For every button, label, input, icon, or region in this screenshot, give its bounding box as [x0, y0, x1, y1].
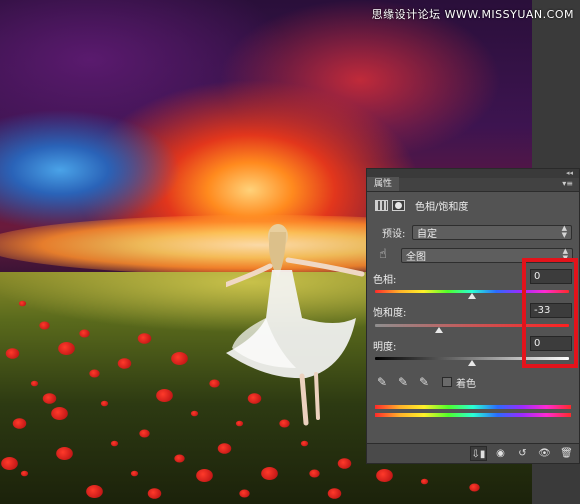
channel-row: ☝ 全图 ▲ ▼: [367, 246, 580, 264]
output-color-bar: [375, 413, 571, 417]
poppy-flower: [100, 400, 109, 407]
poppy-flower: [130, 470, 139, 477]
saturation-value-field[interactable]: -33: [530, 303, 572, 318]
adjustment-title: 色相/饱和度: [415, 201, 469, 213]
clip-to-layer-icon[interactable]: ⇩▮: [470, 446, 487, 461]
panel-tab-bar: 属性 ▾≡: [367, 177, 579, 192]
poppy-flower: [110, 440, 119, 447]
poppy-flower: [30, 380, 39, 387]
tab-properties[interactable]: 属性: [367, 177, 400, 191]
dropdown-arrow-icon: ▲ ▼: [561, 224, 567, 239]
poppy-flower: [86, 485, 103, 498]
poppy-flower: [190, 410, 199, 417]
poppy-flower: [20, 470, 29, 477]
preset-dropdown[interactable]: 自定 ▲ ▼: [412, 224, 572, 240]
poppy-flower: [42, 393, 57, 404]
input-color-bar: [375, 405, 571, 409]
poppy-flower: [309, 469, 320, 478]
tools-row: ✎ ✎ ✎ 着色: [367, 374, 580, 390]
poppy-flower: [239, 489, 250, 498]
channel-dropdown[interactable]: 全图 ▲ ▼: [401, 247, 573, 263]
poppy-flower: [5, 348, 20, 359]
poppy-flower: [156, 389, 173, 402]
collapse-arrows-icon[interactable]: ◂◂: [566, 170, 573, 177]
poppy-flower: [39, 321, 50, 330]
eyedropper-plus-icon[interactable]: ✎: [396, 375, 410, 389]
panel-bottom-bar: ⇩▮ ◉ ↺ 👁 🗑: [367, 443, 579, 463]
poppy-flower: [337, 458, 352, 469]
saturation-slider-track[interactable]: [375, 324, 569, 327]
lightness-slider-thumb[interactable]: [468, 360, 476, 366]
colorize-checkbox[interactable]: [442, 377, 452, 387]
poppy-flower: [58, 342, 75, 355]
poppy-flower: [209, 379, 220, 388]
reset-icon[interactable]: ↺: [514, 446, 531, 461]
poppy-flower: [51, 407, 68, 420]
poppy-flower: [147, 488, 162, 499]
poppy-flower: [89, 369, 100, 378]
poppy-flower: [261, 467, 278, 480]
poppy-flower: [469, 483, 480, 492]
poppy-flower: [18, 300, 27, 307]
lightness-label: 明度:: [373, 342, 397, 353]
dancing-girl-figure: [226, 224, 365, 426]
panel-menu-icon[interactable]: ▾≡: [562, 177, 573, 191]
poppy-flower: [139, 429, 150, 438]
hue-label: 色相:: [373, 275, 397, 286]
eyedropper-minus-icon[interactable]: ✎: [417, 375, 431, 389]
preset-label: 预设:: [382, 228, 406, 240]
poppy-flower: [171, 352, 188, 365]
poppy-flower: [137, 333, 152, 344]
trash-icon[interactable]: 🗑: [558, 446, 575, 461]
dropdown-arrow-icon: ▲ ▼: [562, 247, 568, 262]
view-previous-icon[interactable]: ◉: [492, 446, 509, 461]
colorize-label: 着色: [456, 378, 476, 390]
adjustment-grid-icon[interactable]: [375, 199, 388, 211]
targeted-adjustment-hand-icon[interactable]: ☝: [375, 247, 391, 263]
poppy-flower: [56, 447, 73, 460]
eyedropper-icon[interactable]: ✎: [375, 375, 389, 389]
site-watermark: 思缘设计论坛 WWW.MISSYUAN.COM: [371, 8, 574, 21]
hue-slider-thumb[interactable]: [468, 293, 476, 299]
hue-value-field[interactable]: 0: [530, 269, 572, 284]
poppy-flower: [300, 440, 309, 447]
channel-value: 全图: [406, 251, 426, 263]
poppy-flower: [327, 488, 342, 499]
poppy-flower: [174, 454, 185, 463]
poppy-flower: [79, 329, 90, 338]
poppy-flower: [420, 478, 429, 485]
poppy-flower: [1, 457, 18, 470]
visibility-eye-icon[interactable]: 👁: [536, 446, 553, 461]
layer-mask-icon[interactable]: [392, 199, 405, 211]
poppy-flower: [217, 443, 232, 454]
properties-panel: ◂◂ 属性 ▾≡ 色相/饱和度 预设: 自定 ▲ ▼ ☝ 全图 ▲ ▼ 色相: 0 …: [366, 168, 580, 464]
poppy-flower: [376, 469, 393, 482]
preset-value: 自定: [417, 228, 437, 240]
poppy-flower: [12, 418, 27, 429]
adjustment-header: 色相/饱和度: [367, 196, 580, 214]
poppy-flower: [196, 469, 213, 482]
saturation-slider-thumb[interactable]: [435, 327, 444, 333]
poppy-flower: [117, 358, 132, 369]
lightness-value-field[interactable]: 0: [530, 336, 572, 351]
preset-row: 预设: 自定 ▲ ▼: [367, 224, 580, 240]
saturation-label: 饱和度:: [373, 308, 407, 319]
